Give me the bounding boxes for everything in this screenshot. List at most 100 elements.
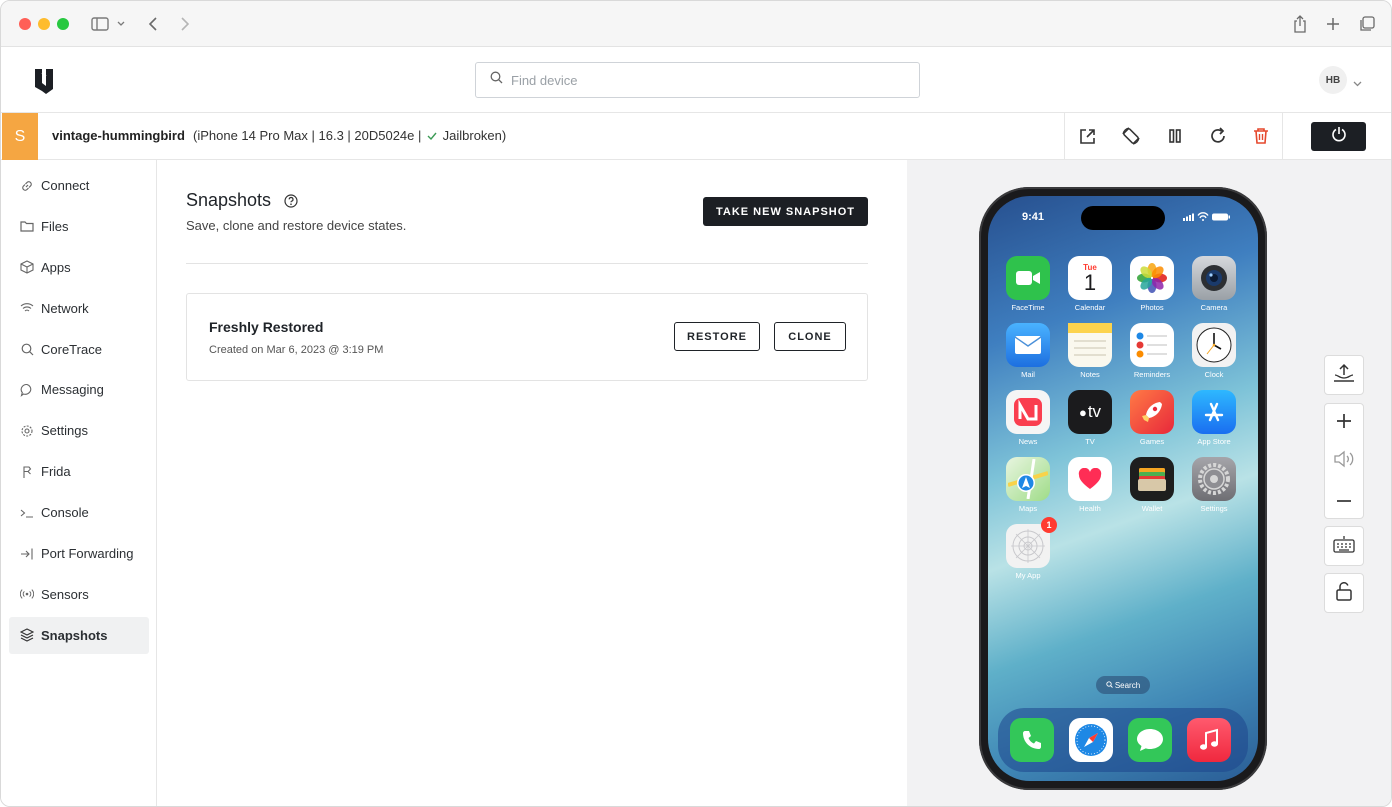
- app-label: Photos: [1140, 303, 1164, 312]
- share-icon[interactable]: [1289, 13, 1311, 35]
- sidebar-item-console[interactable]: Console: [9, 494, 149, 531]
- app-games[interactable]: Games: [1130, 390, 1174, 446]
- mute-button[interactable]: [1325, 442, 1363, 480]
- app-facetime[interactable]: FaceTime: [1006, 256, 1050, 312]
- back-icon[interactable]: [142, 13, 164, 35]
- keyboard-button[interactable]: [1325, 527, 1363, 565]
- search-icon: [20, 342, 34, 356]
- app-label: Mail: [1021, 370, 1035, 379]
- phone-screen[interactable]: 9:41 FaceTime Tue 1 Calendar Photos Came…: [988, 196, 1258, 781]
- search-input[interactable]: [511, 72, 891, 88]
- messages-icon[interactable]: [1128, 718, 1172, 762]
- news-icon: [1006, 390, 1050, 434]
- notes-icon: [1068, 323, 1112, 367]
- app-reminders[interactable]: Reminders: [1130, 323, 1174, 379]
- phone-icon[interactable]: [1010, 718, 1054, 762]
- restart-icon[interactable]: [1207, 125, 1229, 147]
- app-label: My App: [1015, 571, 1041, 580]
- app-header: HB: [1, 47, 1391, 113]
- plus-icon: [1336, 413, 1352, 434]
- tab-overview-icon[interactable]: [1356, 13, 1378, 35]
- sidebar-item-label: Network: [41, 300, 89, 316]
- new-tab-icon[interactable]: [1322, 13, 1344, 35]
- app-maps[interactable]: Maps: [1006, 457, 1050, 513]
- dynamic-island: [1081, 206, 1165, 230]
- browser-titlebar: [1, 1, 1391, 47]
- power-icon: [1331, 126, 1347, 147]
- minimize-window-button[interactable]: [38, 18, 50, 30]
- avatar[interactable]: HB: [1319, 66, 1347, 94]
- pause-icon[interactable]: [1164, 125, 1186, 147]
- power-button[interactable]: [1311, 122, 1366, 151]
- music-icon[interactable]: [1187, 718, 1231, 762]
- sidebar-toggle-icon[interactable]: [89, 13, 111, 35]
- home-button[interactable]: [1325, 356, 1363, 394]
- app-health[interactable]: Health: [1068, 457, 1112, 513]
- app-mail[interactable]: Mail: [1006, 323, 1050, 379]
- keyboard-control-group: [1324, 526, 1364, 566]
- maximize-window-button[interactable]: [57, 18, 69, 30]
- open-external-icon[interactable]: [1076, 125, 1098, 147]
- chevron-down-icon[interactable]: [1353, 74, 1362, 92]
- app-settings[interactable]: Settings: [1192, 457, 1236, 513]
- sidebar-item-coretrace[interactable]: CoreTrace: [9, 331, 149, 368]
- sidebar-item-settings[interactable]: Settings: [9, 412, 149, 449]
- app-notes[interactable]: Notes: [1068, 323, 1112, 379]
- app-wallet[interactable]: Wallet: [1130, 457, 1174, 513]
- layers-icon: [20, 628, 34, 642]
- app-label: Calendar: [1074, 303, 1106, 312]
- app-photos[interactable]: Photos: [1130, 256, 1174, 312]
- app-app-store[interactable]: App Store: [1192, 390, 1236, 446]
- volume-control-group: [1324, 403, 1364, 519]
- rotate-device-icon[interactable]: [1120, 125, 1142, 147]
- safari-icon[interactable]: [1069, 718, 1113, 762]
- tv-text: tv: [1087, 402, 1102, 421]
- app-label: Settings: [1200, 504, 1228, 513]
- app-label: News: [1018, 437, 1038, 446]
- lock-button[interactable]: [1325, 574, 1363, 612]
- app-clock[interactable]: Clock: [1192, 323, 1236, 379]
- delete-icon[interactable]: [1250, 125, 1272, 147]
- calendar-date: 1: [1083, 269, 1097, 295]
- volume-up-button[interactable]: [1325, 404, 1363, 442]
- take-new-snapshot-button[interactable]: TAKE NEW SNAPSHOT: [703, 197, 868, 226]
- sidebar-item-network[interactable]: Network: [9, 290, 149, 327]
- spotlight-search-button[interactable]: Search: [1096, 676, 1150, 694]
- app-label: Health: [1079, 504, 1101, 513]
- forward-icon[interactable]: [174, 13, 196, 35]
- volume-down-button[interactable]: [1325, 480, 1363, 518]
- sidebar-item-apps[interactable]: Apps: [9, 249, 149, 286]
- close-window-button[interactable]: [19, 18, 31, 30]
- dock: [998, 708, 1248, 772]
- sidebar-item-frida[interactable]: Frida: [9, 453, 149, 490]
- clock-icon: [1192, 323, 1236, 367]
- sidebar-item-connect[interactable]: Connect: [9, 167, 149, 204]
- reminders-icon: [1130, 323, 1174, 367]
- help-icon[interactable]: [284, 194, 298, 208]
- logo-icon[interactable]: [33, 67, 55, 95]
- sidebar-item-sensors[interactable]: Sensors: [9, 576, 149, 613]
- clone-button[interactable]: CLONE: [774, 322, 846, 351]
- sidebar-item-files[interactable]: Files: [9, 208, 149, 245]
- device-actions: [1064, 113, 1283, 160]
- app-label: Maps: [1018, 504, 1038, 513]
- settings-icon: [1192, 457, 1236, 501]
- app-news[interactable]: News: [1006, 390, 1050, 446]
- find-device-search[interactable]: [475, 62, 920, 98]
- app-label: Reminders: [1133, 370, 1171, 379]
- app-camera[interactable]: Camera: [1192, 256, 1236, 312]
- device-badge: S: [2, 113, 38, 160]
- app-tv[interactable]: ● tv TV: [1068, 390, 1112, 446]
- app-label: Games: [1139, 437, 1165, 446]
- sidebar-item-port-forwarding[interactable]: Port Forwarding: [9, 535, 149, 572]
- home-gesture-icon: [1333, 363, 1355, 388]
- app-my-app[interactable]: 1 My App: [1006, 517, 1057, 580]
- app-calendar[interactable]: Tue 1 Calendar: [1068, 256, 1112, 312]
- sidebar-item-messaging[interactable]: Messaging: [9, 371, 149, 408]
- sidebar-item-snapshots[interactable]: Snapshots: [9, 616, 149, 654]
- app-label: App Store: [1197, 437, 1231, 446]
- wallet-icon: [1130, 457, 1174, 501]
- page-title: Snapshots: [186, 190, 272, 210]
- chevron-down-icon[interactable]: [113, 13, 129, 35]
- restore-button[interactable]: RESTORE: [674, 322, 760, 351]
